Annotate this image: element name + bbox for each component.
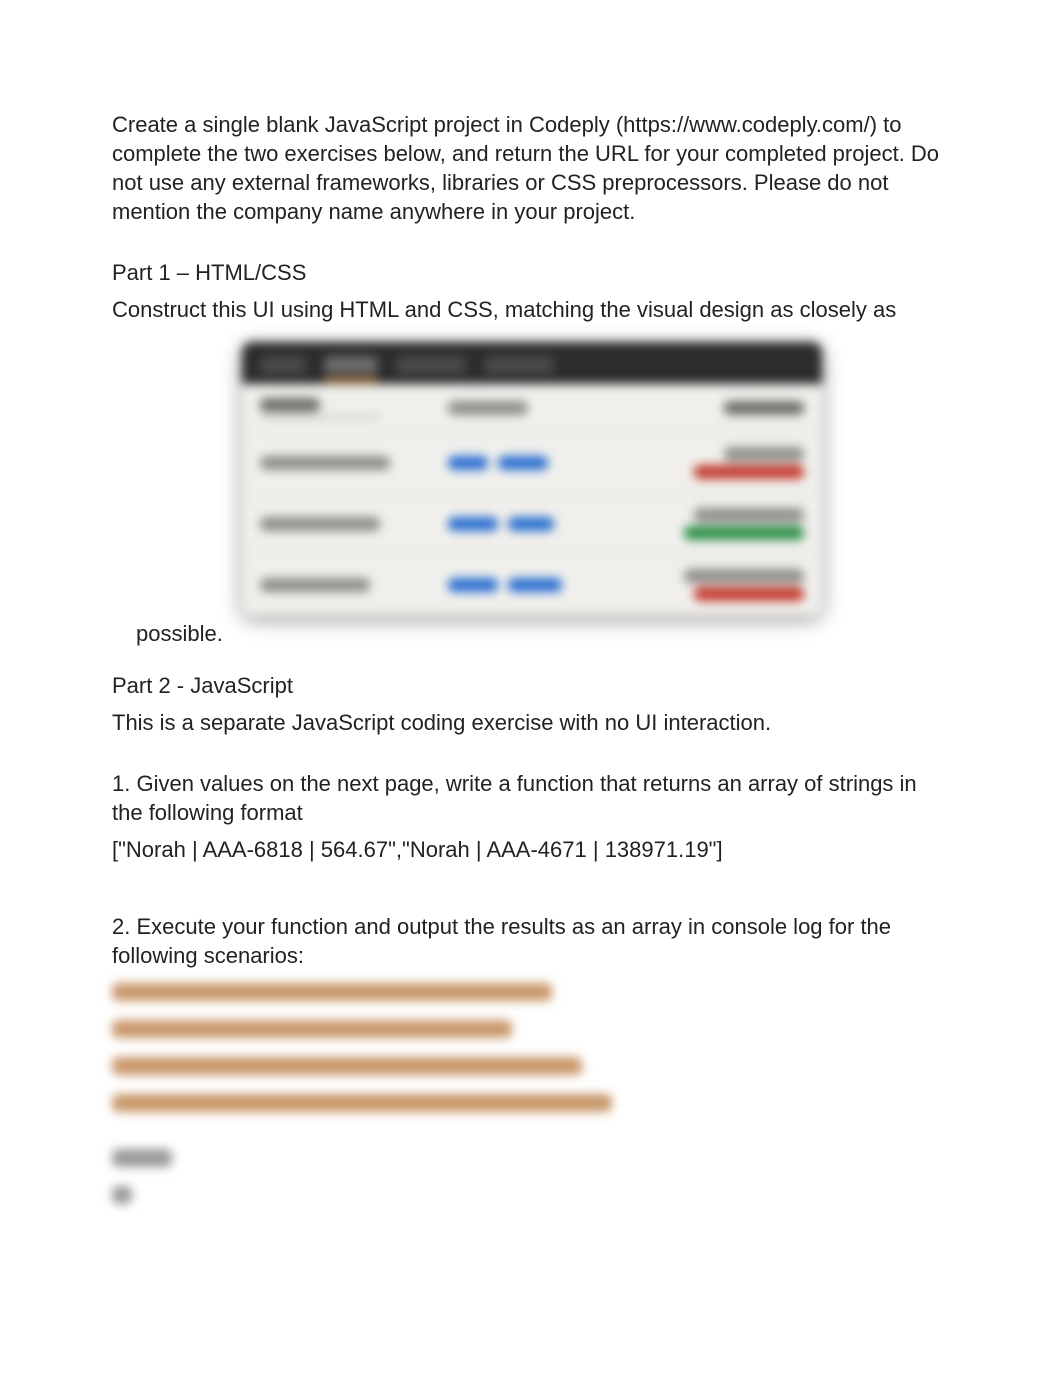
part2-heading: Part 2 - JavaScript <box>112 671 942 700</box>
balance-sub <box>694 465 804 479</box>
cell-name <box>260 456 390 470</box>
locked-line <box>112 1094 612 1112</box>
locked-content <box>112 978 942 1218</box>
cell-name <box>260 517 380 531</box>
part2-intro: This is a separate JavaScript coding exe… <box>112 708 942 737</box>
locked-line <box>112 1149 172 1167</box>
ui-tab <box>260 356 306 374</box>
balance-amount <box>684 569 804 583</box>
locked-line <box>112 983 552 1001</box>
ui-tab <box>396 356 466 374</box>
part2-q1: 1. Given values on the next page, write … <box>112 769 942 827</box>
cell-name <box>260 578 370 592</box>
intro-paragraph: Create a single blank JavaScript project… <box>112 110 942 226</box>
col-header-account <box>448 401 528 415</box>
col-header-name <box>260 398 320 412</box>
table-row <box>242 433 822 494</box>
sort-underline <box>260 416 380 418</box>
account-pill <box>448 578 498 592</box>
balance-amount <box>694 508 804 522</box>
locked-line <box>112 1020 512 1038</box>
account-pill <box>508 517 554 531</box>
ui-body <box>242 384 822 615</box>
account-pill <box>508 578 562 592</box>
locked-line <box>112 1057 582 1075</box>
account-pill <box>448 517 498 531</box>
locked-line <box>112 1186 132 1204</box>
part1-trailing: possible. <box>136 621 942 647</box>
table-row <box>242 555 822 615</box>
part2-q2: 2. Execute your function and output the … <box>112 912 942 970</box>
part2-q1-example: ["Norah | AAA-6818 | 564.67","Norah | AA… <box>112 835 942 864</box>
ui-mock-figure <box>242 342 822 615</box>
account-pill <box>448 456 488 470</box>
part1-body: Construct this UI using HTML and CSS, ma… <box>112 295 942 324</box>
col-header-balance <box>724 401 804 415</box>
part1-heading: Part 1 – HTML/CSS <box>112 258 942 287</box>
balance-sub <box>684 526 804 540</box>
ui-tabs <box>242 342 822 384</box>
balance-sub <box>694 587 804 601</box>
account-pill <box>498 456 548 470</box>
balance-amount <box>724 447 804 461</box>
ui-tab <box>484 356 554 374</box>
ui-tab-active <box>324 356 378 374</box>
table-row <box>242 494 822 555</box>
ui-header-row <box>242 384 822 433</box>
